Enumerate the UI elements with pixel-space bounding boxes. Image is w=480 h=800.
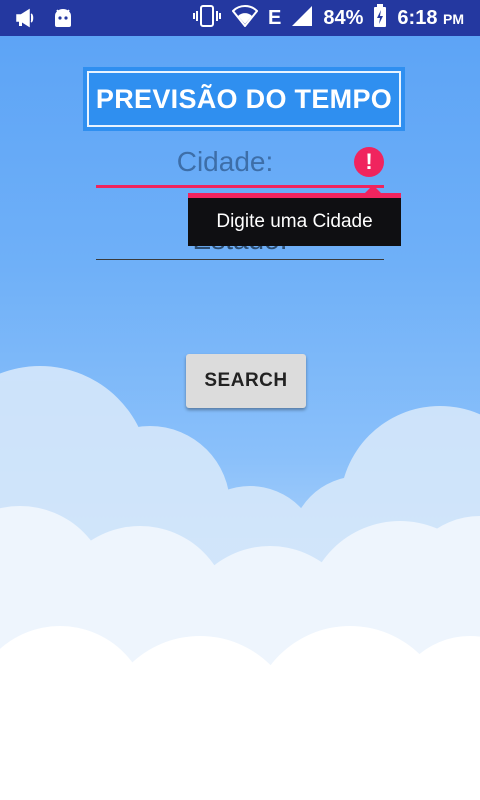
- notification-icons: [14, 6, 74, 34]
- battery-percent: 84%: [323, 6, 364, 29]
- search-button[interactable]: SEARCH: [186, 354, 306, 408]
- page-title: PREVISÃO DO TEMPO: [87, 71, 401, 127]
- battery-charging-icon: [373, 4, 387, 32]
- app-title-banner: PREVISÃO DO TEMPO: [83, 67, 405, 131]
- city-input-underline-error: [96, 185, 384, 188]
- android-icon: [52, 6, 74, 34]
- signal-icon: [291, 5, 313, 31]
- city-placeholder: Cidade:: [176, 146, 274, 177]
- error-alert-icon[interactable]: !: [354, 147, 384, 177]
- weather-app-screen: PREVISÃO DO TEMPO Cidade: ! Estado: Digi…: [0, 36, 480, 800]
- system-icons: E 84% 6:18 PM: [192, 0, 464, 36]
- clock-time: 6:18: [397, 6, 438, 29]
- state-input-underline: [96, 259, 384, 260]
- network-type: E: [268, 6, 282, 29]
- vibrate-icon: [192, 5, 222, 31]
- megaphone-icon: [14, 6, 38, 34]
- wifi-icon: [231, 5, 259, 31]
- error-tooltip: Digite uma Cidade: [188, 193, 401, 246]
- city-input[interactable]: Cidade: !: [96, 142, 384, 188]
- error-tooltip-arrow: [365, 185, 381, 193]
- clock-ampm: PM: [443, 10, 464, 27]
- status-bar: E 84% 6:18 PM: [0, 0, 480, 36]
- clock: 6:18 PM: [397, 7, 464, 30]
